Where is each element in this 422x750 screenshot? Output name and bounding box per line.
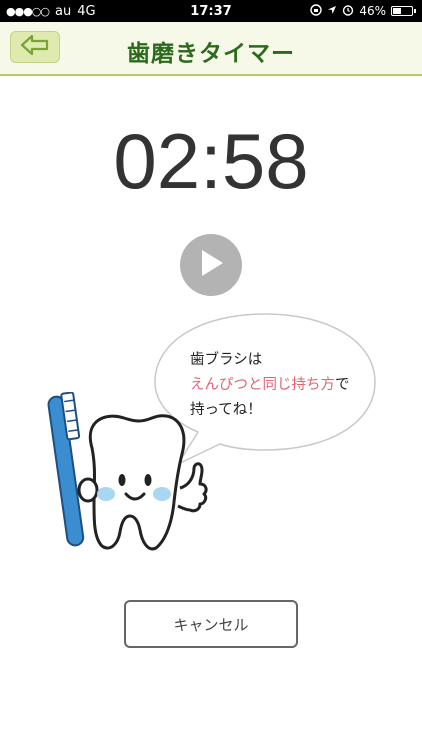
navigation-header: 歯磨きタイマー (0, 22, 422, 76)
play-icon (196, 247, 226, 283)
page-title: 歯磨きタイマー (127, 41, 295, 67)
tooth-mascot-illustration (44, 391, 224, 562)
rotation-lock-icon (310, 3, 323, 19)
network-label: 4G (77, 3, 96, 19)
location-icon (327, 4, 337, 18)
cancel-button[interactable]: キャンセル (124, 600, 298, 648)
bubble-accent-text: えんぴつと同じ持ち方 (190, 377, 335, 393)
battery-icon (391, 6, 416, 16)
alarm-icon (342, 4, 354, 19)
carrier-label: au (55, 3, 72, 19)
signal-strength-icon: ●●●○○ (6, 4, 50, 18)
status-left: ●●●○○ au 4G (6, 4, 96, 19)
status-right: 46% (310, 3, 416, 19)
status-bar: ●●●○○ au 4G 17:37 46% (0, 0, 422, 22)
timer-display: 02:58 (113, 117, 309, 205)
bubble-line-2-rest: で (335, 377, 350, 393)
play-button[interactable] (180, 234, 242, 296)
battery-percent: 46% (359, 4, 386, 18)
toothbrush-icon (47, 391, 85, 547)
bubble-line-1: 歯ブラシは (190, 352, 263, 368)
